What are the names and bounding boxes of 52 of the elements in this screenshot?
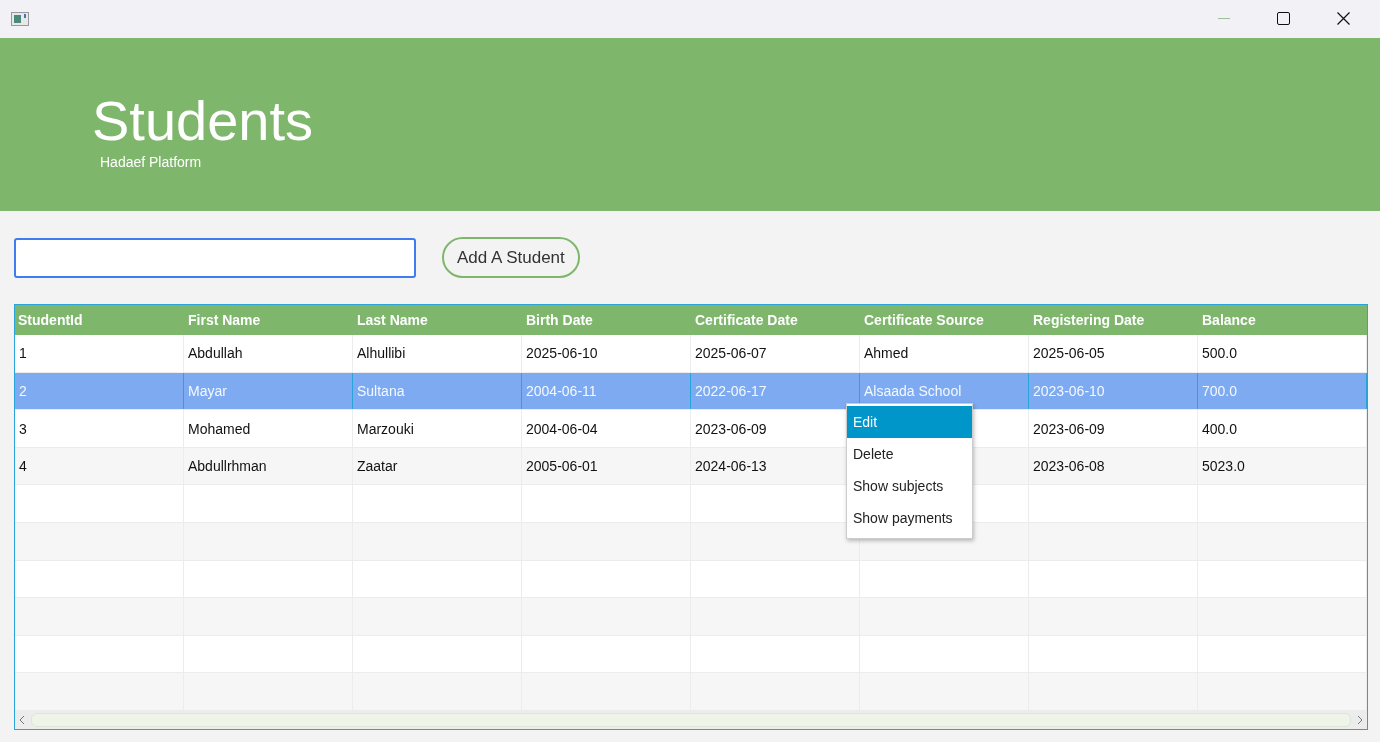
table-cell: 2023-06-09 — [695, 420, 767, 437]
maximize-icon[interactable] — [1277, 12, 1290, 26]
column-header[interactable]: Certificate Source — [860, 312, 1029, 329]
table-cell: 2025-06-10 — [526, 345, 598, 362]
table-cell: Ahmed — [864, 345, 909, 362]
column-header[interactable]: Last Name — [353, 312, 522, 329]
table-cell: Marzouki — [357, 420, 414, 437]
selected-row[interactable]: 2 Mayar Sultana 2004-06-11 2022-06-17 Alsaada School 2023-06-10 700.0 — [15, 372, 1367, 411]
column-header[interactable]: Certificate Date — [691, 312, 860, 329]
search-field[interactable] — [14, 237, 416, 278]
table-cell: 2023-06-09 — [1033, 420, 1105, 437]
table-cell: 2005-06-01 — [526, 458, 598, 475]
table-cell: 2024-06-13 — [695, 458, 767, 475]
column-header[interactable]: Registering Date — [1029, 312, 1198, 329]
table-cell: 2004-06-04 — [526, 420, 598, 437]
horizontal-scrollbar[interactable] — [15, 711, 1367, 729]
table-cell: 2 — [19, 382, 27, 399]
table-cell: 2023-06-08 — [1033, 458, 1105, 475]
table-cell: Alhullibi — [357, 345, 406, 362]
table-cell: 400.0 — [1202, 420, 1238, 437]
page-subtitle: Hadaef Platform — [100, 153, 203, 170]
table-cell: Zaatar — [357, 458, 398, 475]
scroll-right-icon[interactable] — [1357, 715, 1363, 725]
add-student-button[interactable]: Add A Student — [442, 237, 580, 279]
menu-item[interactable]: Show payments — [847, 502, 972, 535]
table-cell: 2004-06-11 — [526, 382, 597, 399]
table-cell: 2025-06-07 — [695, 345, 767, 362]
table-row[interactable]: 1 Abdullah Alhullibi 2025-06-10 2025-06-07 Ahmed 2025-06-05 500.0 — [15, 335, 1367, 373]
table-cell: 2025-06-05 — [1033, 345, 1105, 362]
close-icon[interactable] — [1337, 12, 1350, 26]
table-cell: 5023.0 — [1202, 458, 1245, 475]
table-cell: 4 — [19, 458, 27, 475]
column-header[interactable]: Balance — [1198, 312, 1367, 329]
column-header[interactable]: First Name — [184, 312, 353, 329]
table-cell: Abdullah — [188, 345, 243, 362]
table-cell: 700.0 — [1202, 382, 1238, 399]
table-cell: 2023-06-10 — [1033, 382, 1105, 399]
scroll-left-icon[interactable] — [19, 715, 25, 725]
column-header[interactable]: Birth Date — [522, 312, 691, 329]
table-cell: 3 — [19, 420, 27, 437]
table-cell: 1 — [19, 345, 27, 362]
table-cell: 2022-06-17 — [695, 382, 767, 399]
table-cell: Alsaada School — [864, 382, 962, 399]
table-cell: 500.0 — [1202, 345, 1238, 362]
column-header[interactable]: StudentId — [15, 312, 184, 329]
table-cell: Abdullrhman — [188, 458, 267, 475]
table-cell: Mohamed — [188, 420, 251, 437]
menu-item[interactable]: Edit — [847, 406, 972, 439]
app-icon — [11, 11, 29, 26]
table-cell: Mayar — [188, 382, 227, 399]
page-title: Students — [92, 87, 315, 154]
table-cell: Sultana — [357, 382, 405, 399]
